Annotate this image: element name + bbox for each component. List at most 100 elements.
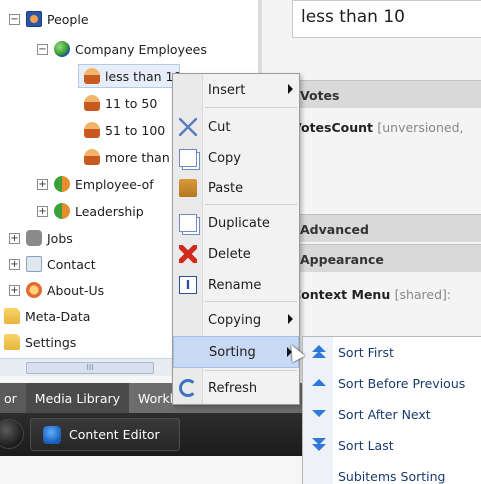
- expand-toggle[interactable]: +: [37, 205, 48, 217]
- tree-item-company-employees[interactable]: − Company Employees: [37, 37, 207, 61]
- context-menu-label: Context Menu [shared]:: [292, 287, 451, 302]
- collapse-toggle[interactable]: −: [37, 43, 48, 55]
- field-note: [unversioned,: [377, 120, 464, 135]
- content-editor-taskbar-button[interactable]: Content Editor: [30, 418, 180, 451]
- item-name-field[interactable]: less than 10: [292, 0, 481, 38]
- contact-icon: [26, 256, 42, 272]
- tree-item-label: People: [47, 11, 89, 27]
- double-chevron-down-icon: [312, 438, 326, 452]
- tab-media-library[interactable]: Media Library: [25, 383, 130, 413]
- taskbar-button-label: Content Editor: [69, 427, 160, 442]
- expand-toggle[interactable]: +: [9, 258, 20, 270]
- tree-item-more-than[interactable]: more than: [84, 145, 170, 169]
- menu-item-delete[interactable]: Delete: [173, 238, 299, 270]
- tree-item-label: less than 10: [105, 68, 182, 84]
- tree-item-settings[interactable]: Settings: [4, 330, 76, 354]
- group-icon: [54, 176, 70, 192]
- menu-item-label: Sort After Next: [338, 407, 431, 422]
- section-advanced[interactable]: Advanced: [292, 214, 481, 242]
- tree-item-people[interactable]: − People: [9, 7, 89, 31]
- menu-separator: [205, 370, 297, 371]
- rename-icon: I: [179, 276, 197, 294]
- user-icon: [84, 122, 100, 138]
- chevron-down-icon: [312, 407, 326, 421]
- tree-item-label: Employee-of: [75, 176, 154, 192]
- people-icon: [26, 11, 42, 27]
- sorting-submenu: Sort First Sort Before Previous Sort Aft…: [302, 336, 481, 484]
- field-name: Context Menu: [292, 287, 391, 302]
- menu-separator: [205, 204, 297, 205]
- context-menu: Insert Cut Copy Paste Duplicate Delete I…: [172, 73, 300, 405]
- scissors-icon: [179, 118, 197, 136]
- menu-item-subitems-sorting[interactable]: Subitems Sorting: [303, 461, 481, 484]
- menu-item-label: Sorting: [209, 344, 256, 360]
- menu-item-cut[interactable]: Cut: [173, 111, 299, 143]
- delete-icon: [179, 245, 197, 263]
- expand-toggle[interactable]: +: [9, 284, 20, 296]
- tree-item-51-to-100[interactable]: 51 to 100: [84, 118, 165, 142]
- tree-item-label: About-Us: [47, 282, 105, 298]
- menu-item-sort-last[interactable]: Sort Last: [303, 430, 481, 461]
- tab-editor[interactable]: or: [0, 383, 26, 413]
- globe-icon: [54, 41, 70, 57]
- group-icon: [54, 203, 70, 219]
- votes-count-label: VotesCount [unversioned,: [292, 120, 463, 135]
- jobs-icon: [26, 230, 42, 246]
- menu-item-label: Copying: [208, 312, 262, 328]
- tree-item-label: Leadership: [75, 203, 144, 219]
- submenu-arrow-icon: [288, 84, 293, 94]
- menu-item-label: Sort Before Previous: [338, 376, 466, 391]
- folder-icon: [4, 334, 20, 350]
- menu-item-sorting[interactable]: Sorting: [173, 336, 299, 368]
- tree-item-label: more than: [105, 149, 170, 165]
- start-button[interactable]: [0, 419, 24, 449]
- tree-item-label: 51 to 100: [105, 122, 166, 138]
- menu-item-label: Subitems Sorting: [338, 469, 446, 484]
- section-appearance[interactable]: Appearance: [292, 244, 481, 272]
- tree-item-label: Jobs: [47, 230, 73, 246]
- menu-item-duplicate[interactable]: Duplicate: [173, 207, 299, 239]
- field-name: VotesCount: [292, 120, 374, 135]
- tree-item-label: Company Employees: [75, 41, 207, 57]
- menu-item-copy[interactable]: Copy: [173, 142, 299, 174]
- screenshot-frame: − People − Company Employees less than 1…: [0, 0, 481, 484]
- scrollbar-thumb[interactable]: III: [26, 362, 154, 374]
- chevron-up-icon: [312, 376, 326, 390]
- tree-item-meta-data[interactable]: Meta-Data: [4, 304, 90, 328]
- user-icon: [84, 149, 100, 165]
- tree-item-label: 11 to 50: [105, 95, 158, 111]
- menu-item-label: Refresh: [208, 380, 258, 396]
- tree-item-jobs[interactable]: + Jobs: [9, 226, 73, 250]
- tree-item-about-us[interactable]: + About-Us: [9, 278, 104, 302]
- menu-item-label: Insert: [208, 82, 246, 98]
- bottom-blank: [0, 456, 302, 484]
- double-chevron-up-icon: [312, 345, 326, 359]
- menu-item-paste[interactable]: Paste: [173, 172, 299, 204]
- menu-item-sort-before-previous[interactable]: Sort Before Previous: [303, 368, 481, 399]
- menu-item-copying[interactable]: Copying: [173, 304, 299, 336]
- menu-item-refresh[interactable]: Refresh: [173, 372, 299, 404]
- taskbar: Content Editor: [0, 413, 302, 456]
- menu-item-sort-first[interactable]: Sort First: [303, 337, 481, 368]
- tree-item-11-to-50[interactable]: 11 to 50: [84, 91, 157, 115]
- tree-item-label: Meta-Data: [25, 308, 91, 324]
- tree-item-less-than-10[interactable]: less than 10: [84, 64, 181, 88]
- menu-item-label: Paste: [208, 180, 244, 196]
- duplicate-icon: [179, 214, 197, 232]
- menu-item-label: Duplicate: [208, 215, 270, 231]
- tree-item-label: Contact: [47, 256, 96, 272]
- submenu-arrow-icon: [288, 314, 293, 324]
- section-votes[interactable]: Votes: [292, 80, 481, 108]
- menu-separator: [205, 301, 297, 302]
- menu-item-sort-after-next[interactable]: Sort After Next: [303, 399, 481, 430]
- menu-item-label: Sort Last: [338, 438, 394, 453]
- expand-toggle[interactable]: +: [9, 232, 20, 244]
- collapse-toggle[interactable]: −: [9, 13, 20, 25]
- menu-item-rename[interactable]: I Rename: [173, 269, 299, 301]
- tree-item-employee-of[interactable]: + Employee-of: [37, 172, 154, 196]
- tree-item-contact[interactable]: + Contact: [9, 252, 96, 276]
- tree-item-label: Settings: [25, 334, 77, 350]
- menu-item-insert[interactable]: Insert: [173, 74, 299, 106]
- tree-item-leadership[interactable]: + Leadership: [37, 199, 144, 223]
- expand-toggle[interactable]: +: [37, 178, 48, 190]
